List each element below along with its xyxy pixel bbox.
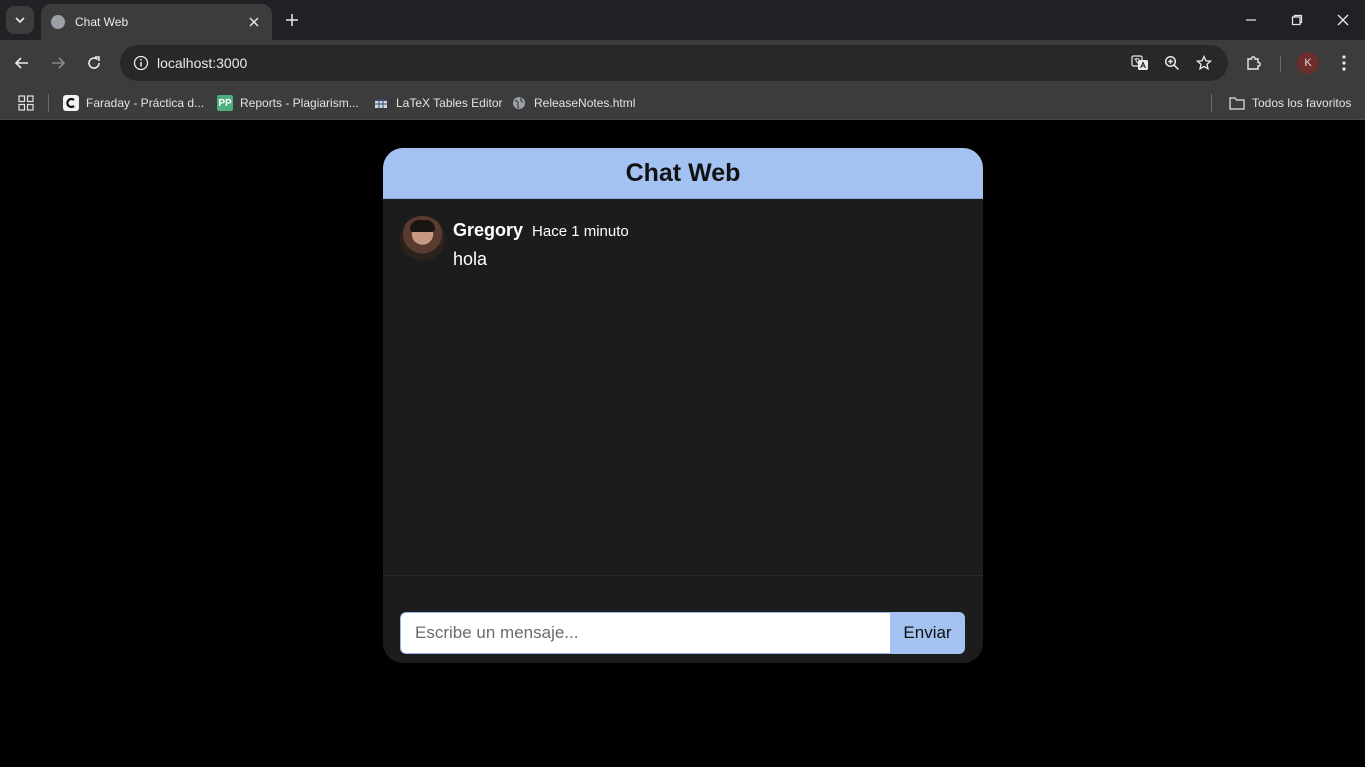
site-info-button[interactable] [128,50,154,76]
minimize-icon [1246,19,1256,21]
puzzle-icon [1247,56,1261,70]
globe-icon [51,15,65,29]
translate-button[interactable] [1130,53,1150,73]
page-content: Chat Web Gregory Hace 1 minuto hola Envi… [0,121,1365,767]
bookmark-star-button[interactable] [1194,53,1214,73]
bookmarks-divider [48,94,49,112]
message-list[interactable]: Gregory Hace 1 minuto hola [383,199,983,576]
apps-button[interactable] [18,92,34,114]
restore-icon [1291,14,1303,26]
address-bar[interactable]: localhost:3000 [120,45,1228,81]
globe-icon [511,95,527,111]
bookmark-faraday[interactable]: Faraday - Práctica d... [63,92,204,114]
all-bookmarks-label: Todos los favoritos [1252,96,1352,110]
info-icon [133,55,149,71]
bookmark-latex[interactable]: LaTeX Tables Editor [373,92,503,114]
reload-button[interactable] [81,50,107,76]
toolbar-divider [1280,56,1281,72]
chat-panel: Chat Web Gregory Hace 1 minuto hola Envi… [383,148,983,663]
user-avatar [400,216,445,261]
bookmarks-bar: Faraday - Práctica d... PP Reports - Pla… [0,86,1365,120]
chevron-down-icon [15,17,25,24]
bookmark-releasenotes[interactable]: ReleaseNotes.html [511,92,635,114]
translate-icon [1131,55,1148,70]
browser-menu-button[interactable] [1332,51,1356,75]
profile-avatar-button[interactable]: K [1297,52,1319,74]
plus-icon [286,14,298,26]
reload-icon [88,56,100,69]
bookmark-label: Faraday - Práctica d... [86,96,205,110]
arrow-right-icon [52,57,66,69]
forward-button[interactable] [45,50,71,76]
zoom-in-icon [1164,55,1180,71]
bookmark-reports[interactable]: PP Reports - Plagiarism... [217,92,359,114]
message-item: Gregory Hace 1 minuto hola [400,216,629,270]
message-composer: Enviar [400,612,965,654]
back-button[interactable] [9,50,35,76]
message-body: Gregory Hace 1 minuto hola [453,216,629,270]
close-icon [249,17,259,27]
extensions-button[interactable] [1242,51,1266,75]
folder-icon [1229,95,1245,111]
more-vertical-icon [1342,55,1346,71]
bookmarks-divider [1211,94,1212,112]
arrow-left-icon [14,57,28,69]
browser-toolbar: localhost:3000 K [0,40,1365,86]
star-icon [1196,55,1212,71]
apps-grid-icon [18,95,34,111]
message-meta: Gregory Hace 1 minuto [453,220,629,241]
latex-icon [373,95,389,111]
close-window-button[interactable] [1320,0,1365,40]
tab-active[interactable]: Chat Web [41,4,272,40]
message-username: Gregory [453,220,524,240]
tab-strip: Chat Web [0,0,1365,40]
tab-title: Chat Web [75,15,129,29]
minimize-button[interactable] [1228,0,1274,40]
bookmark-label: ReleaseNotes.html [534,96,636,110]
new-tab-button[interactable] [282,9,302,31]
tab-search-button[interactable] [6,6,34,34]
chat-title: Chat Web [625,158,741,187]
pp-icon: PP [217,95,233,111]
zoom-button[interactable] [1162,53,1182,73]
send-button[interactable]: Enviar [890,612,965,654]
bookmark-label: Reports - Plagiarism... [240,96,359,110]
restore-button[interactable] [1274,0,1320,40]
close-icon [1337,14,1349,26]
bookmark-label: LaTeX Tables Editor [396,96,503,110]
message-timestamp: Hace 1 minuto [532,223,629,240]
chat-header: Chat Web [383,148,983,199]
faraday-icon [63,95,79,111]
message-input[interactable] [400,612,890,654]
message-text: hola [453,249,488,269]
url-text: localhost:3000 [157,55,248,71]
all-bookmarks-folder[interactable]: Todos los favoritos [1229,92,1351,114]
tab-close-button[interactable] [246,14,262,30]
